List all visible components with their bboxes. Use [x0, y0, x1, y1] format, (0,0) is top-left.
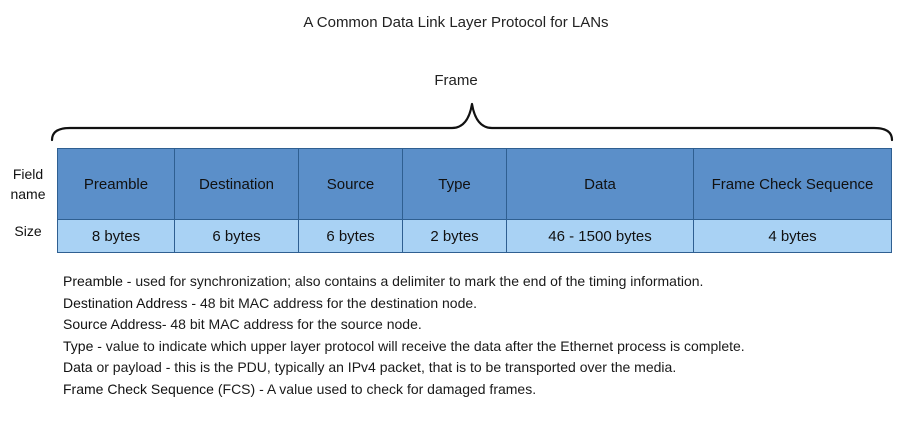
field-name-preamble: Preamble: [57, 148, 175, 220]
size-row: 8 bytes 6 bytes 6 bytes 2 bytes 46 - 150…: [57, 219, 892, 253]
size-source: 6 bytes: [298, 219, 403, 253]
description-term: Source Address: [63, 316, 162, 332]
field-descriptions: Preamble - used for synchronization; als…: [63, 271, 903, 400]
description-data: Data or payload - this is the PDU, typic…: [63, 357, 903, 379]
size-destination: 6 bytes: [174, 219, 299, 253]
field-name-type: Type: [402, 148, 507, 220]
description-type: Type - value to indicate which upper lay…: [63, 336, 903, 358]
field-name-data: Data: [506, 148, 694, 220]
description-text: - 48 bit MAC address for the source node…: [161, 316, 422, 332]
size-fcs: 4 bytes: [693, 219, 892, 253]
description-term: Preamble: [63, 273, 123, 289]
size-type: 2 bytes: [402, 219, 507, 253]
description-text: (FCS) - A value used to check for damage…: [213, 380, 537, 397]
description-term: Frame Check Sequence: [63, 380, 214, 397]
field-name-destination: Destination: [174, 148, 299, 220]
frame-structure-table: Preamble Destination Source Type Data Fr…: [57, 148, 892, 253]
frame-brace: [50, 102, 894, 142]
size-data: 46 - 1500 bytes: [506, 219, 694, 253]
description-text: or payload - this is the PDU, typically …: [92, 359, 677, 375]
field-name-fcs: Frame Check Sequence: [693, 148, 892, 220]
description-text: - value to indicate which upper layer pr…: [93, 337, 745, 354]
field-name-row: Preamble Destination Source Type Data Fr…: [57, 148, 892, 220]
description-term: Type: [63, 337, 94, 354]
description-term: Destination Address: [63, 294, 188, 311]
description-term: Data: [63, 359, 93, 375]
description-source: Source Address- 48 bit MAC address for t…: [63, 314, 903, 336]
description-text: - used for synchronization; also contain…: [122, 273, 704, 289]
field-name-source: Source: [298, 148, 403, 220]
description-fcs: Frame Check Sequence (FCS) - A value use…: [63, 379, 903, 401]
description-destination: Destination Address - 48 bit MAC address…: [63, 293, 903, 315]
size-preamble: 8 bytes: [57, 219, 175, 253]
description-preamble: Preamble - used for synchronization; als…: [63, 271, 903, 293]
size-row-label: Size: [14, 223, 42, 239]
field-name-row-label: Field name: [10, 166, 46, 202]
description-text: - 48 bit MAC address for the destination…: [187, 294, 478, 311]
